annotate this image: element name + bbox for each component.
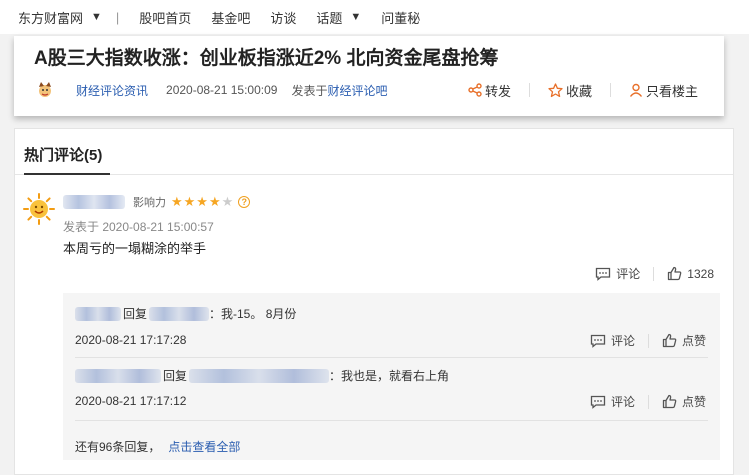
favorite-button[interactable]: 收藏 — [548, 81, 592, 100]
comment-icon — [596, 267, 611, 281]
blurred-username[interactable] — [63, 195, 125, 209]
hot-comments-title[interactable]: 热门评论(5) — [24, 144, 102, 165]
only-author-label: 只看楼主 — [645, 83, 698, 99]
blurred-username[interactable] — [75, 368, 161, 383]
comment-text: 本周亏的一塌糊涂的举手 — [63, 241, 207, 256]
author-avatar-icon[interactable] — [36, 81, 54, 99]
share-icon — [468, 83, 482, 97]
like-count: 1328 — [687, 266, 714, 281]
nav-topics[interactable]: 话题 — [316, 8, 342, 27]
favorite-label: 收藏 — [565, 83, 592, 99]
article-meta: 财经评论资讯 2020-08-21 15:00:09 发表于财经评论吧 转发 收… — [36, 80, 726, 100]
replies-box: 回复 ：我-15。 8月份 2020-08-21 17:17:28 评论 点赞 … — [63, 293, 720, 460]
hot-comments-header: 热门评论(5) — [15, 129, 733, 175]
comment-label: 评论 — [610, 334, 635, 348]
action-divider — [609, 83, 611, 97]
empty-star: ★ — [221, 194, 235, 209]
reply-text: ：我也是，就看右上角 — [329, 369, 450, 383]
blurred-username[interactable] — [189, 368, 330, 383]
article-author-link[interactable]: 财经评论资讯 — [76, 82, 148, 99]
star-outline-icon — [548, 82, 563, 97]
user-icon — [629, 83, 643, 97]
share-label: 转发 — [484, 83, 511, 99]
reply-like-button[interactable]: 点赞 — [662, 393, 706, 410]
article-header: A股三大指数收涨：创业板指涨近2% 北向资金尾盘抢筹 财经评论资讯 2020-0… — [14, 36, 724, 116]
article-date: 2020-08-21 15:00:09 — [166, 83, 278, 97]
nav-ask-secretary[interactable]: 问董秘 — [381, 8, 420, 27]
caret-down-icon[interactable]: ▼ — [350, 11, 361, 23]
reply-divider — [75, 357, 708, 358]
reply-line: 回复 ：我也是，就看右上角 — [75, 367, 449, 384]
more-replies: 还有96条回复， 点击查看全部 — [75, 438, 240, 455]
action-divider — [528, 83, 530, 97]
comment-button[interactable]: 评论 — [595, 265, 640, 282]
influence-stars: ★★★★★ — [171, 194, 234, 210]
thumbs-up-icon — [662, 333, 677, 348]
comment-icon — [590, 334, 606, 348]
nav-interview[interactable]: 访谈 — [270, 8, 296, 27]
comment-time: 发表于 2020-08-21 15:00:57 — [63, 220, 214, 234]
reply-text: ：我-15。 8月份 — [209, 307, 297, 321]
nav-separator: | — [115, 9, 120, 25]
help-icon[interactable]: ? — [238, 196, 251, 208]
posted-in-bar-link[interactable]: 财经评论吧 — [327, 84, 387, 98]
posted-in: 发表于财经评论吧 — [291, 82, 387, 99]
influence-label: 影响力 — [133, 197, 166, 209]
view-all-link[interactable]: 点击查看全部 — [168, 440, 240, 454]
article-title: A股三大指数收涨：创业板指涨近2% 北向资金尾盘抢筹 — [34, 48, 499, 69]
comment-label: 评论 — [616, 267, 641, 281]
reply-comment-button[interactable]: 评论 — [590, 393, 635, 410]
share-button[interactable]: 转发 — [468, 81, 511, 100]
reply-word: 回复 — [123, 307, 148, 321]
reply-divider — [75, 420, 708, 421]
like-button[interactable]: 1328 — [667, 266, 714, 281]
comment-icon — [590, 395, 606, 409]
reply-date: 2020-08-21 17:17:12 — [75, 394, 187, 408]
nav-guba-home[interactable]: 股吧首页 — [139, 8, 191, 27]
caret-down-icon[interactable]: ▼ — [91, 11, 102, 23]
nav-eastmoney[interactable]: 东方财富网 — [18, 8, 83, 27]
sun-avatar-icon[interactable] — [23, 193, 55, 225]
reply-actions: 评论 点赞 — [590, 332, 706, 349]
action-divider — [647, 333, 649, 348]
blurred-username[interactable] — [149, 306, 210, 321]
reply-like-button[interactable]: 点赞 — [662, 332, 706, 349]
reply-word: 回复 — [163, 369, 188, 383]
comment-user-row: 影响力 ★★★★★ ? — [63, 194, 251, 210]
more-replies-text: 还有96条回复， — [75, 440, 161, 454]
blurred-username[interactable] — [75, 306, 121, 321]
reply-line: 回复 ：我-15。 8月份 — [75, 305, 296, 322]
comment-actions: 评论 1328 — [595, 265, 714, 282]
article-actions: 转发 收藏 只看楼主 — [468, 80, 698, 100]
like-label: 点赞 — [681, 395, 706, 409]
thumbs-up-icon — [668, 266, 682, 281]
comment-label: 评论 — [610, 395, 635, 409]
only-author-button[interactable]: 只看楼主 — [629, 81, 698, 100]
like-label: 点赞 — [681, 334, 706, 348]
hot-comments-panel: 热门评论(5) 影响力 ★★★★★ ? 发表于 2020-08-21 15:00… — [14, 128, 734, 475]
thumbs-up-icon — [662, 394, 677, 409]
filled-stars: ★★★★ — [171, 194, 222, 209]
posted-in-prefix: 发表于 — [291, 83, 328, 98]
reply-actions: 评论 点赞 — [590, 393, 706, 410]
action-divider — [653, 266, 655, 281]
nav-fund-bar[interactable]: 基金吧 — [211, 8, 250, 27]
tab-underline — [24, 173, 110, 175]
reply-date: 2020-08-21 17:17:28 — [75, 333, 187, 347]
top-nav: 东方财富网 ▼ | 股吧首页 基金吧 访谈 话题 ▼ 问董秘 — [0, 0, 749, 34]
reply-comment-button[interactable]: 评论 — [590, 332, 635, 349]
action-divider — [647, 394, 649, 409]
